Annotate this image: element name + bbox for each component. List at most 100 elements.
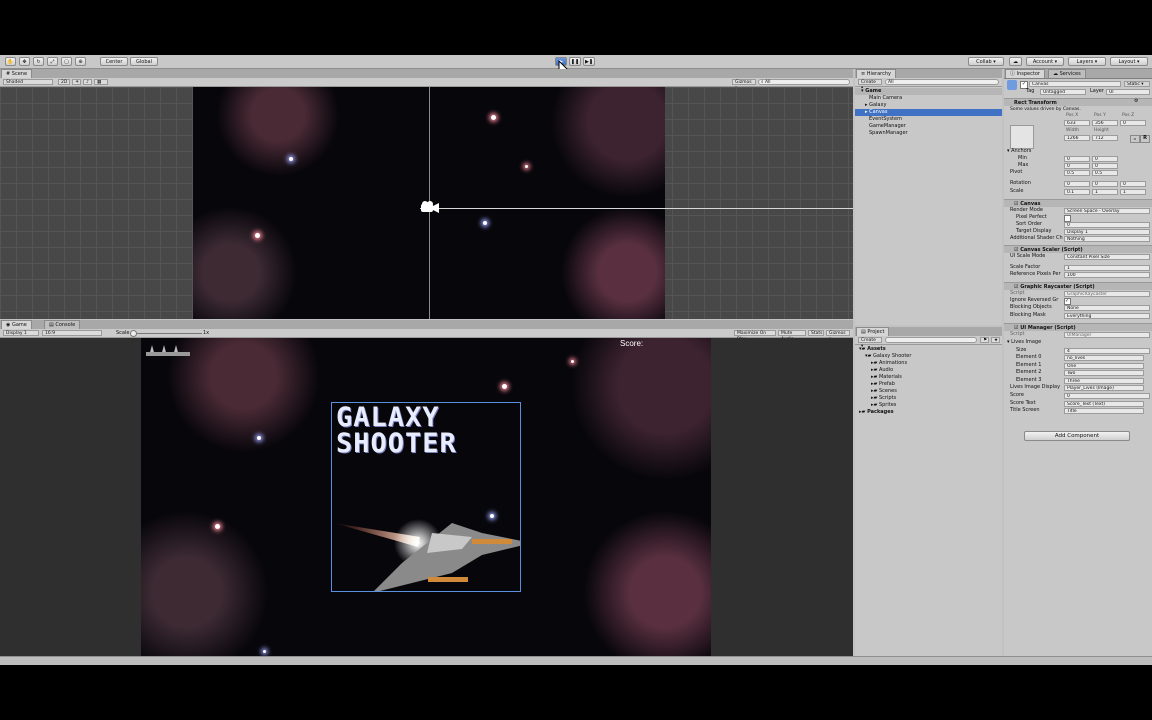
project-subfolder[interactable]: ▸▰ Prefab	[855, 381, 895, 388]
stats-toggle[interactable]: Stats	[808, 330, 824, 336]
layer-dropdown[interactable]: UI	[1106, 89, 1150, 95]
tab-inspector[interactable]: ⓘ Inspector	[1005, 69, 1045, 78]
project-subfolder[interactable]: ▸▰ Audio	[855, 367, 893, 374]
gizmos-dropdown[interactable]: Gizmos ▾	[732, 79, 756, 91]
hierarchy-item[interactable]: EventSystem	[855, 116, 902, 123]
scene-search-input[interactable]: ⌕ All	[758, 79, 850, 85]
pos-y-field[interactable]: 356	[1092, 120, 1118, 126]
target-display-dropdown[interactable]: Display 1	[1064, 229, 1150, 235]
title-screen-field[interactable]: Title	[1064, 408, 1144, 414]
mute-audio-toggle[interactable]: Mute Audio	[778, 330, 806, 342]
tab-project[interactable]: ▤ Project	[856, 327, 890, 336]
rect-transform-header[interactable]: Rect Transform	[1004, 98, 1152, 106]
anchor-max-x[interactable]: 0	[1064, 163, 1090, 169]
raw-edit-mode-icon[interactable]: R	[1140, 135, 1150, 143]
project-subfolder[interactable]: ▸▰ Animations	[855, 360, 907, 367]
scale-factor-field[interactable]: 1	[1064, 265, 1150, 271]
layout-dropdown[interactable]: Layout ▾	[1110, 57, 1148, 66]
pixel-perfect-checkbox[interactable]	[1064, 215, 1071, 222]
collab-dropdown[interactable]: Collab ▾	[968, 57, 1004, 66]
pivot-y[interactable]: 0.5	[1092, 170, 1118, 176]
pivot-x[interactable]: 0.5	[1064, 170, 1090, 176]
lives-image-label[interactable]: ▾ Lives Image	[1007, 339, 1041, 346]
element-2-field[interactable]: Two	[1064, 370, 1144, 376]
component-settings-icon[interactable]: ⚙	[1134, 98, 1138, 105]
tab-services[interactable]: ☁ Services	[1048, 69, 1086, 78]
rect-tool-icon[interactable]: ▢	[61, 57, 72, 66]
ui-scale-mode-dropdown[interactable]: Constant Pixel Size	[1064, 254, 1150, 260]
array-size-field[interactable]: 4	[1064, 348, 1150, 354]
hierarchy-item[interactable]: Main Camera	[855, 95, 902, 102]
tab-hierarchy[interactable]: ≡ Hierarchy	[856, 69, 896, 78]
move-tool-icon[interactable]: ✥	[19, 57, 30, 66]
ui-manager-header[interactable]: ☑ UI Manager (Script)	[1004, 323, 1152, 331]
scale-slider-thumb[interactable]	[130, 330, 137, 337]
project-folder[interactable]: ▾▰ Galaxy Shooter	[855, 353, 911, 360]
ignore-reversed-checkbox[interactable]: ✓	[1064, 298, 1071, 305]
pause-button[interactable]: ❚❚	[569, 57, 581, 66]
layers-dropdown[interactable]: Layers ▾	[1068, 57, 1106, 66]
hierarchy-item[interactable]: GameManager	[855, 123, 906, 130]
scale-x[interactable]: 0.1	[1064, 189, 1090, 195]
game-viewport[interactable]: Score: GALAXY SHOOTER	[0, 338, 853, 656]
project-subfolder[interactable]: ▸▰ Scenes	[855, 388, 897, 395]
scale-slider[interactable]	[132, 333, 202, 334]
lighting-icon[interactable]: ☀	[72, 79, 81, 85]
packages-folder[interactable]: ▸▰ Packages	[855, 409, 894, 416]
project-subfolder[interactable]: ▸▰ Materials	[855, 374, 902, 381]
cloud-icon[interactable]: ☁	[1009, 57, 1022, 66]
audio-icon[interactable]: ♪	[83, 79, 92, 85]
game-gizmos-dropdown[interactable]: Gizmos ▾	[826, 330, 850, 342]
scale-tool-icon[interactable]: ⤢	[47, 57, 58, 66]
project-search-input[interactable]	[885, 337, 977, 343]
scene-viewport[interactable]	[0, 87, 853, 319]
score-field[interactable]: 0	[1064, 393, 1150, 399]
transform-tool-icon[interactable]: ⊕	[75, 57, 86, 66]
rotation-y[interactable]: 0	[1092, 181, 1118, 187]
effects-icon[interactable]: ▦	[94, 79, 108, 85]
maximize-on-play-toggle[interactable]: Maximize On Play	[734, 330, 776, 342]
space-toggle[interactable]: Global	[130, 57, 158, 66]
assets-folder[interactable]: ▾▰ Assets	[855, 346, 886, 353]
project-subfolder[interactable]: ▸▰ Sprites	[855, 402, 896, 409]
pos-z-field[interactable]: 0	[1120, 120, 1146, 126]
filter-icon[interactable]: ⚑	[980, 337, 989, 343]
element-1-field[interactable]: One	[1064, 363, 1144, 369]
render-mode-dropdown[interactable]: Screen Space - Overlay	[1064, 208, 1150, 214]
anchor-min-y[interactable]: 0	[1092, 156, 1118, 162]
anchor-max-y[interactable]: 0	[1092, 163, 1118, 169]
lives-display-field[interactable]: Player_Lives (Image)	[1064, 385, 1144, 391]
blocking-mask-dropdown[interactable]: Everything	[1064, 313, 1150, 319]
shading-dropdown[interactable]: Shaded	[3, 79, 53, 85]
tab-scene[interactable]: # Scene	[1, 69, 33, 78]
hierarchy-search-input[interactable]: All	[885, 79, 999, 85]
score-text-field[interactable]: Score_Text (Text)	[1064, 401, 1144, 407]
camera-gizmo-icon[interactable]	[419, 200, 441, 216]
tab-console[interactable]: ▤ Console	[44, 320, 81, 329]
blueprint-mode-icon[interactable]: ▫	[1130, 135, 1140, 143]
pos-x-field[interactable]: 633	[1064, 120, 1090, 126]
account-dropdown[interactable]: Account ▾	[1026, 57, 1064, 66]
object-name-input[interactable]: Canvas	[1029, 81, 1121, 87]
aspect-dropdown[interactable]: 16:9	[42, 330, 102, 336]
static-dropdown[interactable]: Static ▾	[1124, 81, 1150, 87]
hierarchy-item[interactable]: SpawnManager	[855, 130, 908, 137]
hierarchy-item[interactable]: ▸ Galaxy	[855, 102, 886, 109]
project-subfolder[interactable]: ▸▰ Scripts	[855, 395, 896, 402]
hand-tool-icon[interactable]: ✋	[5, 57, 16, 66]
element-3-field[interactable]: Three	[1064, 378, 1144, 384]
rotation-z[interactable]: 0	[1120, 181, 1146, 187]
hierarchy-item-selected[interactable]: ▸ Canvas	[855, 109, 1002, 116]
anchor-min-x[interactable]: 0	[1064, 156, 1090, 162]
height-field[interactable]: 712	[1092, 135, 1118, 141]
step-button[interactable]: ▶❚	[583, 57, 595, 66]
anchors-label[interactable]: ▾ Anchors	[1007, 148, 1031, 155]
display-dropdown[interactable]: Display 1	[3, 330, 39, 336]
rotate-tool-icon[interactable]: ↻	[33, 57, 44, 66]
hierarchy-create-button[interactable]: Create ▾	[858, 79, 882, 91]
add-component-button[interactable]: Add Component	[1024, 431, 1130, 441]
project-create-button[interactable]: Create ▾	[858, 337, 882, 349]
canvas-scaler-header[interactable]: ☑ Canvas Scaler (Script)	[1004, 245, 1152, 253]
scale-y[interactable]: 1	[1092, 189, 1118, 195]
width-field[interactable]: 1266	[1064, 135, 1090, 141]
